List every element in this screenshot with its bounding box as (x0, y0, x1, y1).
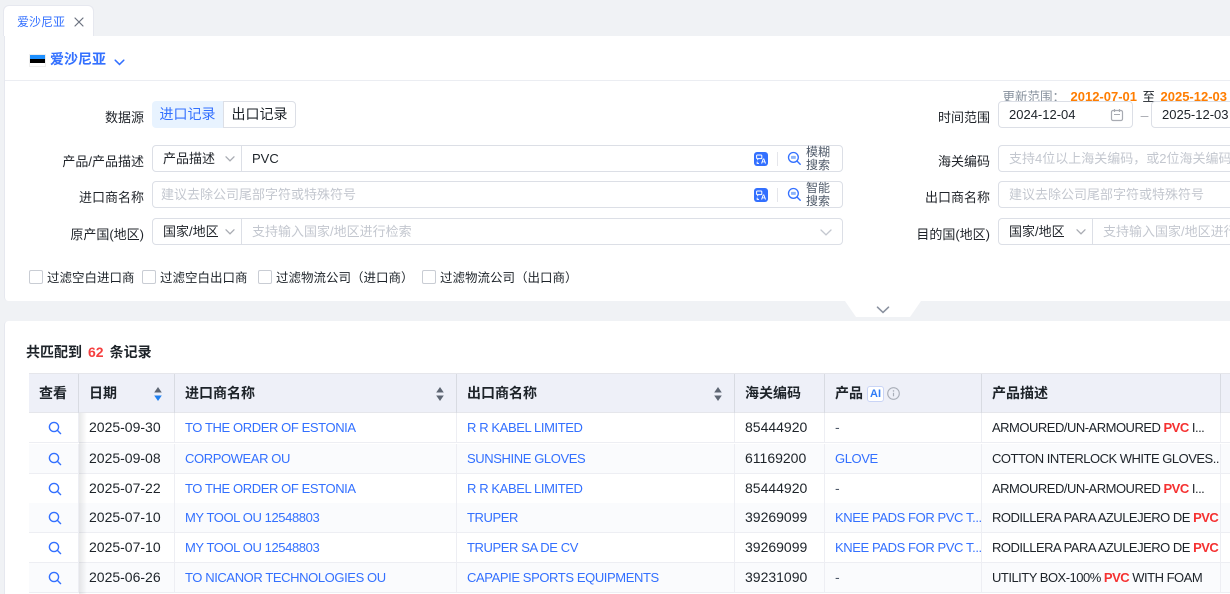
svg-text:A: A (761, 192, 767, 201)
svg-text:A: A (761, 156, 767, 165)
